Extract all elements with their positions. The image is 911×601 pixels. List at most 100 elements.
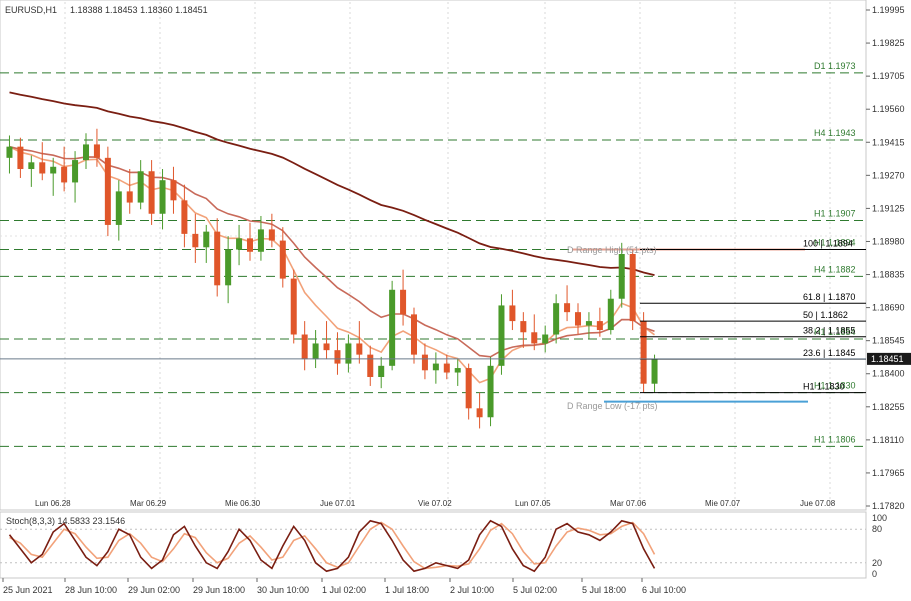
candle-body <box>574 312 582 326</box>
time-tick-label: 5 Jul 02:00 <box>513 585 557 595</box>
candle-body <box>410 314 418 355</box>
time-tick-label: 5 Jul 18:00 <box>582 585 626 595</box>
candle-body <box>137 171 144 203</box>
stoch-title: Stoch(8,3,3) 14.5833 23.1546 <box>6 516 125 526</box>
candle-body <box>367 354 374 377</box>
price-tick-label: 1.18110 <box>872 435 904 445</box>
time-tick-label: 1 Jul 02:00 <box>322 585 366 595</box>
day-label: Lun 06.28 <box>35 499 71 508</box>
price-chart[interactable]: D1 1.1973H4 1.1943H1 1.1907H1 1.1894H4 1… <box>0 0 911 601</box>
price-tick-label: 1.18835 <box>872 270 905 280</box>
main-panel <box>0 0 867 511</box>
fib-label: 23.6 | 1.1845 <box>803 348 855 358</box>
day-label: Vie 07.02 <box>418 499 452 508</box>
candle-body <box>279 240 286 279</box>
candle-body <box>192 233 199 248</box>
fib-label: 100 | 1.1894 <box>803 239 853 249</box>
candle-body <box>389 289 396 366</box>
pivot-label: H1 1.1806 <box>814 434 856 444</box>
price-tick-label: 1.18980 <box>872 236 905 246</box>
range-low-label: D Range Low (-17 pts) <box>567 401 658 411</box>
candle-body <box>148 171 155 214</box>
candle-body <box>236 238 243 250</box>
price-tick-label: 1.19825 <box>872 38 905 48</box>
time-tick-label: 6 Jul 10:00 <box>642 585 686 595</box>
day-label: Jue 07.01 <box>320 499 356 508</box>
candle-body <box>531 332 538 344</box>
pivot-label: H4 1.1943 <box>814 128 856 138</box>
chart-header-values: 1.18388 1.18453 1.18360 1.18451 <box>70 5 208 15</box>
candle-body <box>50 166 57 174</box>
candle-body <box>323 343 330 351</box>
candle-body <box>61 166 68 183</box>
candle-body <box>159 180 166 214</box>
day-label: Mie 07.07 <box>705 499 741 508</box>
candle-body <box>290 278 297 335</box>
price-tick-label: 1.17820 <box>872 501 905 511</box>
range-high-label: D Range High (51 pts) <box>567 245 657 255</box>
candle-body <box>268 229 275 241</box>
candle-body <box>607 298 614 331</box>
day-label: Lun 07.05 <box>515 499 551 508</box>
candle-body <box>509 305 516 322</box>
day-label: Jue 07.08 <box>800 499 836 508</box>
candle-body <box>115 191 122 225</box>
candle-body <box>93 144 100 158</box>
price-tick-label: 1.18690 <box>872 303 905 313</box>
candle-body <box>564 303 571 313</box>
price-tick-label: 1.18545 <box>872 336 905 346</box>
fib-label: 38.2 | 1.1855 <box>803 326 855 336</box>
candle-body <box>378 365 385 377</box>
candle-body <box>553 303 560 335</box>
candle-body <box>356 343 363 355</box>
candle-body <box>312 343 319 360</box>
time-tick-label: 29 Jun 18:00 <box>193 585 245 595</box>
candle-body <box>28 162 35 170</box>
candle-body <box>39 162 46 174</box>
stoch-axis-label: 0 <box>872 569 877 579</box>
candle-body <box>421 354 428 371</box>
chart-header: EURUSD,H1 <box>5 5 57 15</box>
candle-body <box>214 231 221 286</box>
price-tick-label: 1.19995 <box>872 5 905 15</box>
time-tick-label: 25 Jun 2021 <box>3 585 53 595</box>
candle-body <box>618 254 625 299</box>
candle-body <box>432 363 439 371</box>
candle-body <box>651 359 658 384</box>
price-tick-label: 1.19705 <box>872 71 905 81</box>
time-tick-label: 29 Jun 02:00 <box>128 585 180 595</box>
candle-body <box>126 191 133 203</box>
candle-body <box>345 343 352 364</box>
candle-body <box>225 249 232 286</box>
day-label: Mie 06.30 <box>225 499 261 508</box>
pivot-label: D1 1.1973 <box>814 61 856 71</box>
day-label: Mar 06.29 <box>130 499 167 508</box>
candle-body <box>454 368 461 373</box>
candle-body <box>629 254 636 322</box>
candle-body <box>443 363 450 373</box>
time-tick-label: 28 Jun 10:00 <box>65 585 117 595</box>
candle-body <box>520 321 527 333</box>
day-label: Mar 07.06 <box>610 499 647 508</box>
price-tick-label: 1.19415 <box>872 137 905 147</box>
pivot-label: H4 1.1882 <box>814 264 856 274</box>
candle-body <box>6 146 13 158</box>
candle-body <box>17 146 24 170</box>
fib-label: 61.8 | 1.1870 <box>803 292 855 302</box>
time-tick-label: 30 Jun 10:00 <box>257 585 309 595</box>
time-tick-label: 1 Jul 18:00 <box>385 585 429 595</box>
candle-body <box>203 231 210 248</box>
candle-body <box>400 289 407 315</box>
candle-body <box>181 200 188 234</box>
fib-label: 50 | 1.1862 <box>803 310 848 320</box>
price-tick-label: 1.19560 <box>872 104 905 114</box>
price-tick-label: 1.18255 <box>872 402 905 412</box>
candle-body <box>498 305 505 366</box>
time-tick-label: 2 Jul 10:00 <box>450 585 494 595</box>
candle-body <box>585 321 592 326</box>
candle-body <box>246 238 254 252</box>
price-axis: 1.18451 1.19995 1.19825 1.19705 1.19560 1.194… <box>866 5 911 511</box>
current-price-label: 1.18451 <box>871 354 904 364</box>
price-tick-label: 1.17965 <box>872 468 905 478</box>
candle-body <box>465 368 472 409</box>
